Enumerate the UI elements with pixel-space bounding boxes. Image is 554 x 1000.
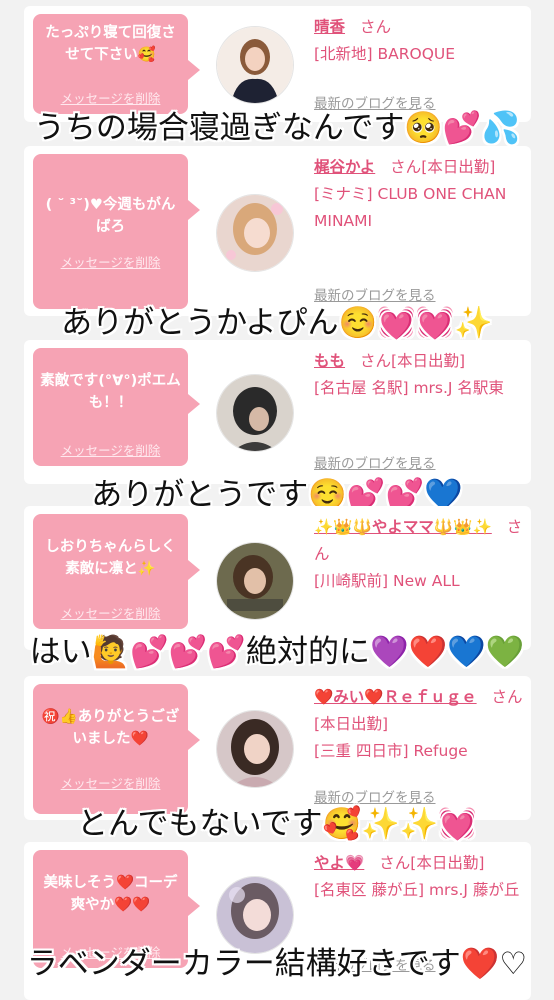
cast-info: やよ💗 さん[本日出勤] [名東区 藤が丘] mrs.J 藤が丘 (314, 850, 523, 904)
cast-name-line: ✨👑🔱やよママ🔱👑✨ さん (314, 514, 523, 568)
honorific: さん (379, 854, 411, 872)
cast-name-line: 晴香 さん (314, 14, 523, 41)
message-card: ( ˘ ³˘)♥今週もがんばろ メッセージを削除 梶谷かよ さん[本日出勤] [… (24, 146, 531, 316)
overlay-caption: とんでもないです🥰✨✨💓 (77, 806, 477, 842)
message-bubble: 素敵です(°∀°)ポエムも！！ メッセージを削除 (33, 348, 200, 466)
message-text: ㊗️👍ありがとうございました❤️ (41, 709, 180, 747)
honorific: さん (491, 688, 523, 706)
avatar[interactable] (216, 374, 294, 452)
shop-name: [名古屋 名駅] mrs.J 名駅東 (314, 379, 504, 397)
shop-name: [川崎駅前] New ALL (314, 572, 460, 590)
cast-name-link[interactable]: やよ💗 (314, 854, 364, 872)
work-status: [本日出勤] (314, 715, 389, 733)
delete-message-link[interactable]: メッセージを削除 (33, 252, 188, 271)
overlay-caption: はい🙋💕💕💕絶対的に💜❤️💙💚 (29, 634, 525, 670)
honorific: さん (390, 158, 422, 176)
avatar[interactable] (216, 542, 294, 620)
avatar[interactable] (216, 710, 294, 788)
overlay-caption: ありがとうかよぴん☺️💓💓✨ (61, 305, 493, 341)
cast-name-line: 梶谷かよ さん[本日出勤] (314, 154, 523, 181)
message-bubble: ( ˘ ³˘)♥今週もがんばろ メッセージを削除 (33, 154, 200, 309)
shop-name: [名東区 藤が丘] mrs.J 藤が丘 (314, 881, 520, 899)
work-status: [本日出勤] (390, 352, 466, 370)
honorific: さん (359, 18, 391, 36)
message-text: しおりちゃんらしく素敵に凛と✨ (45, 539, 176, 577)
honorific: さん (359, 352, 391, 370)
cast-info: ❤️みい❤️Ｒｅｆｕｇｅ さん [本日出勤] [三重 四日市] Refuge (314, 684, 523, 765)
cast-info: 梶谷かよ さん[本日出勤] [ミナミ] CLUB ONE CHAN MINAMI (314, 154, 523, 235)
cast-name-link[interactable]: もも (314, 352, 345, 370)
work-status: [本日出勤] (410, 854, 485, 872)
cast-info: もも さん[本日出勤] [名古屋 名駅] mrs.J 名駅東 (314, 348, 523, 402)
shop-name: [ミナミ] CLUB ONE CHAN MINAMI (314, 185, 507, 230)
work-status: [本日出勤] (421, 158, 496, 176)
delete-message-link[interactable]: メッセージを削除 (33, 440, 188, 459)
shop-name: [三重 四日市] Refuge (314, 742, 468, 760)
cast-name-link[interactable]: ❤️みい❤️Ｒｅｆｕｇｅ (314, 688, 477, 706)
cast-name-line: もも さん[本日出勤] (314, 348, 523, 375)
delete-message-link[interactable]: メッセージを削除 (33, 603, 188, 622)
cast-name-link[interactable]: 梶谷かよ (314, 158, 375, 176)
message-bubble: たっぷり寝て回復させて下さい🥰 メッセージを削除 (33, 14, 200, 114)
cast-name-line: ❤️みい❤️Ｒｅｆｕｇｅ さん [本日出勤] (314, 684, 523, 738)
message-bubble: しおりちゃんらしく素敵に凛と✨ メッセージを削除 (33, 514, 200, 629)
message-text: ( ˘ ³˘)♥今週もがんばろ (45, 197, 176, 235)
message-card: 素敵です(°∀°)ポエムも！！ メッセージを削除 もも さん[本日出勤] [名古… (24, 340, 531, 484)
delete-message-link[interactable]: メッセージを削除 (33, 773, 188, 792)
cast-name-line: やよ💗 さん[本日出勤] (314, 850, 523, 877)
cast-info: 晴香 さん [北新地] BAROQUE (314, 14, 523, 68)
shop-name: [北新地] BAROQUE (314, 45, 456, 63)
message-bubble: ㊗️👍ありがとうございました❤️ メッセージを削除 (33, 684, 200, 814)
avatar[interactable] (216, 26, 294, 104)
cast-name-link[interactable]: ✨👑🔱やよママ🔱👑✨ (314, 518, 492, 536)
cast-info: ✨👑🔱やよママ🔱👑✨ さん [川崎駅前] New ALL (314, 514, 523, 595)
message-text: 素敵です(°∀°)ポエムも！！ (40, 373, 181, 411)
message-text: たっぷり寝て回復させて下さい🥰 (45, 25, 176, 63)
avatar[interactable] (216, 194, 294, 272)
message-text: 美味しそう❤️コーデ爽やか❤️❤️ (43, 875, 178, 913)
overlay-caption: うちの場合寝過ぎなんです🥺💕💦 (33, 110, 521, 146)
cast-name-link[interactable]: 晴香 (314, 18, 345, 36)
overlay-caption: ラベンダーカラー結構好きです❤️♡ (26, 946, 528, 982)
